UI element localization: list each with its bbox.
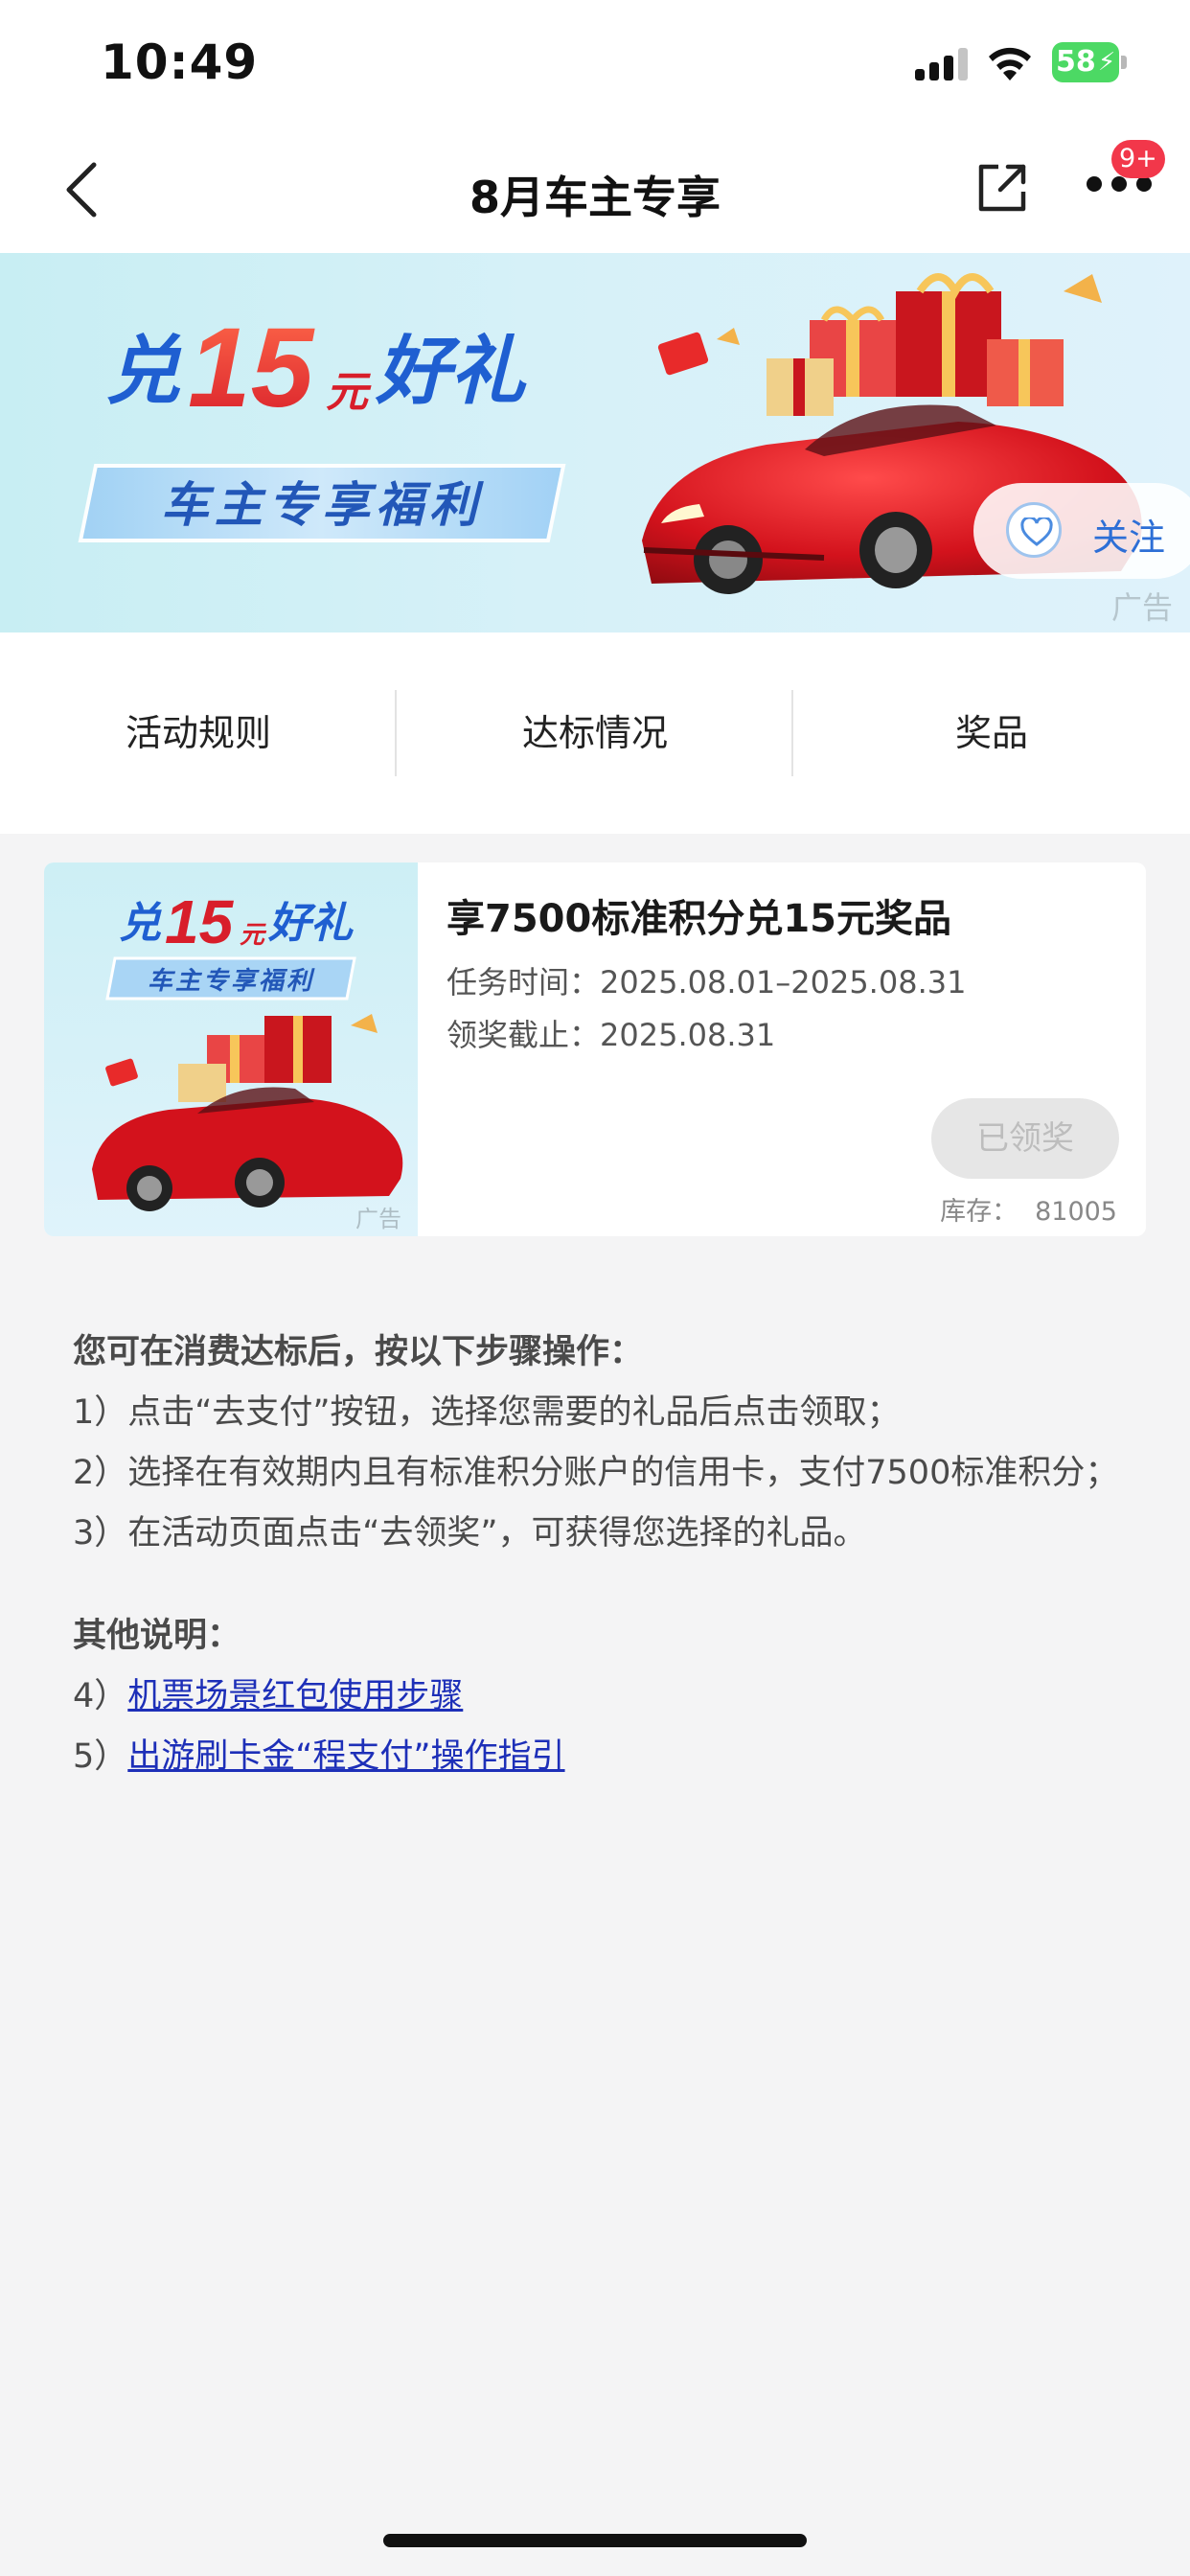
note-item-5: 5）出游刷卡金“程支付”操作指引 xyxy=(73,1727,1127,1787)
thumb-headline-number: 15 xyxy=(165,887,235,956)
tab-activity-rules[interactable]: 活动规则 xyxy=(0,690,397,776)
notification-badge: 9+ xyxy=(1111,140,1165,178)
thumb-headline-unit: 元 xyxy=(240,920,267,949)
more-options-icon[interactable] xyxy=(1087,176,1154,199)
claim-deadline-label: 领奖截止： xyxy=(446,1017,601,1053)
charging-bolt-icon: ⚡ xyxy=(1098,48,1116,77)
task-time-label: 任务时间： xyxy=(446,964,601,1000)
note-item-5-prefix: 5） xyxy=(73,1737,128,1776)
promo-banner[interactable]: 兑 15 元 好礼 车主专享福利 关注 广告 xyxy=(0,253,1190,632)
instructions-section: 您可在消费达标后，按以下步骤操作： 1）点击“去支付”按钮，选择您需要的礼品后点… xyxy=(73,1322,1127,1787)
flight-red-packet-guide-link[interactable]: 机票场景红包使用步骤 xyxy=(127,1677,463,1715)
thumb-headline-prefix: 兑 xyxy=(119,900,162,947)
note-item-4: 4）机票场景红包使用步骤 xyxy=(73,1667,1127,1727)
claim-deadline-row: 领奖截止：2025.08.31 xyxy=(446,1011,775,1055)
tab-prizes[interactable]: 奖品 xyxy=(793,690,1190,776)
banner-subtitle: 车主专享福利 xyxy=(161,478,484,532)
claimed-button[interactable]: 已领奖 xyxy=(931,1098,1119,1179)
nav-bar: 8月车主专享 9+ xyxy=(0,125,1190,253)
steps-heading: 您可在消费达标后，按以下步骤操作： xyxy=(73,1333,644,1371)
follow-label: 关注 xyxy=(1092,517,1166,559)
battery-level: 58 xyxy=(1056,45,1096,79)
step-3: 3）在活动页面点击“去领奖”，可获得您选择的礼品。 xyxy=(73,1514,867,1552)
banner-headline-unit: 元 xyxy=(326,369,372,416)
reward-thumbnail: 兑 15 元 好礼 车主专享福利 广告 xyxy=(44,862,418,1236)
banner-headline-number: 15 xyxy=(188,305,316,431)
tab-qualification-status[interactable]: 达标情况 xyxy=(397,690,793,776)
reward-title: 享7500标准积分兑15元奖品 xyxy=(446,897,951,941)
stock-label: 库存： xyxy=(940,1197,1018,1227)
step-2: 2）选择在有效期内且有标准积分账户的信用卡，支付7500标准积分； xyxy=(73,1454,1119,1492)
travel-card-payment-guide-link[interactable]: 出游刷卡金“程支付”操作指引 xyxy=(127,1737,564,1776)
home-indicator[interactable] xyxy=(383,2534,807,2547)
thumbnail-ad-label: 广告 xyxy=(355,1206,401,1232)
note-item-4-prefix: 4） xyxy=(73,1677,128,1715)
wifi-icon xyxy=(989,47,1031,80)
tab-bar: 活动规则 达标情况 奖品 xyxy=(0,632,1190,834)
battery-icon: 58 ⚡ xyxy=(1052,42,1127,82)
ad-label: 广告 xyxy=(1111,589,1174,626)
gift-boxes-illustration xyxy=(657,273,1102,416)
step-1: 1）点击“去支付”按钮，选择您需要的礼品后点击领取； xyxy=(73,1393,901,1432)
claim-deadline-value: 2025.08.31 xyxy=(600,1017,776,1053)
stock-value: 81005 xyxy=(1035,1197,1117,1227)
reward-card[interactable]: 兑 15 元 好礼 车主专享福利 广告 享7500标准积分兑15元奖品 任务时间… xyxy=(44,862,1146,1236)
task-time-row: 任务时间：2025.08.01–2025.08.31 xyxy=(446,958,966,1002)
stock-row: 库存： 81005 xyxy=(940,1190,1117,1228)
cellular-signal-icon xyxy=(915,48,969,80)
other-notes-heading: 其他说明： xyxy=(73,1617,241,1655)
task-time-value: 2025.08.01–2025.08.31 xyxy=(600,964,967,1000)
status-bar: 10:49 58 ⚡ xyxy=(0,0,1190,125)
heart-icon xyxy=(1006,502,1062,558)
thumb-headline-suffix: 好礼 xyxy=(267,900,354,947)
follow-button[interactable]: 关注 xyxy=(973,483,1190,579)
thumb-subtitle: 车主专享福利 xyxy=(148,966,315,995)
banner-headline-prefix: 兑 xyxy=(105,329,182,413)
banner-headline-suffix: 好礼 xyxy=(375,329,527,413)
share-icon[interactable] xyxy=(973,159,1031,217)
status-time: 10:49 xyxy=(101,34,259,90)
